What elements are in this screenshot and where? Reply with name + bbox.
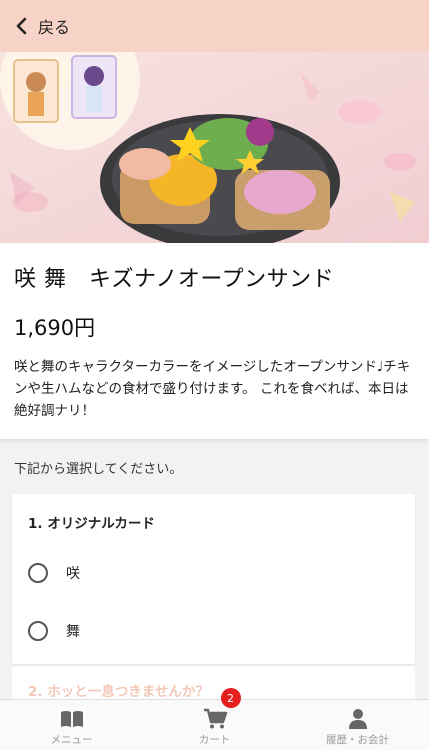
person-icon xyxy=(345,708,371,730)
back-button[interactable]: 戻る xyxy=(38,14,70,38)
cart-count-badge: 2 xyxy=(220,688,241,708)
tab-history-checkout[interactable]: 履歴・お会計 xyxy=(286,700,429,750)
product-price: 1,690円 xyxy=(14,316,96,340)
tab-label: カート xyxy=(198,734,231,746)
option-group-card: 1. オリジナルカード 咲 舞 xyxy=(12,494,415,664)
radio-option-label: 舞 xyxy=(66,624,80,640)
radio-button[interactable] xyxy=(28,563,48,583)
radio-button[interactable] xyxy=(28,621,48,641)
option-group-title: 1. オリジナルカード xyxy=(28,516,155,532)
product-image xyxy=(0,52,429,243)
selection-instruction: 下記から選択してください。 xyxy=(14,462,183,477)
product-description: 咲と舞のキャラクターカラーをイメージしたオープンサンド♩チキンや生ハムなどの食材… xyxy=(14,359,411,419)
option-group-title-2: 2. ホッと一息つきませんか？ xyxy=(28,684,209,700)
tab-cart[interactable]: 2 カート xyxy=(143,688,286,750)
bottom-tab-bar: メニュー 2 カート 履歴・お会計 xyxy=(0,688,429,750)
product-title: 咲 舞 キズナノオープンサンド xyxy=(14,267,335,292)
book-icon xyxy=(59,708,85,730)
radio-option-saki[interactable]: 咲 xyxy=(28,553,398,593)
product-details: 咲 舞 キズナノオープンサンド 1,690円 咲と舞のキャラクターカラーをイメー… xyxy=(0,243,429,440)
radio-option-mai[interactable]: 舞 xyxy=(28,611,398,651)
header-bar: 戻る xyxy=(0,0,429,52)
cart-icon xyxy=(202,708,228,730)
tab-label: メニュー xyxy=(50,734,93,746)
tab-menu[interactable]: メニュー xyxy=(0,700,143,750)
tab-label: 履歴・お会計 xyxy=(326,734,389,746)
radio-option-label: 咲 xyxy=(66,566,80,582)
back-chevron-icon[interactable] xyxy=(10,15,32,37)
